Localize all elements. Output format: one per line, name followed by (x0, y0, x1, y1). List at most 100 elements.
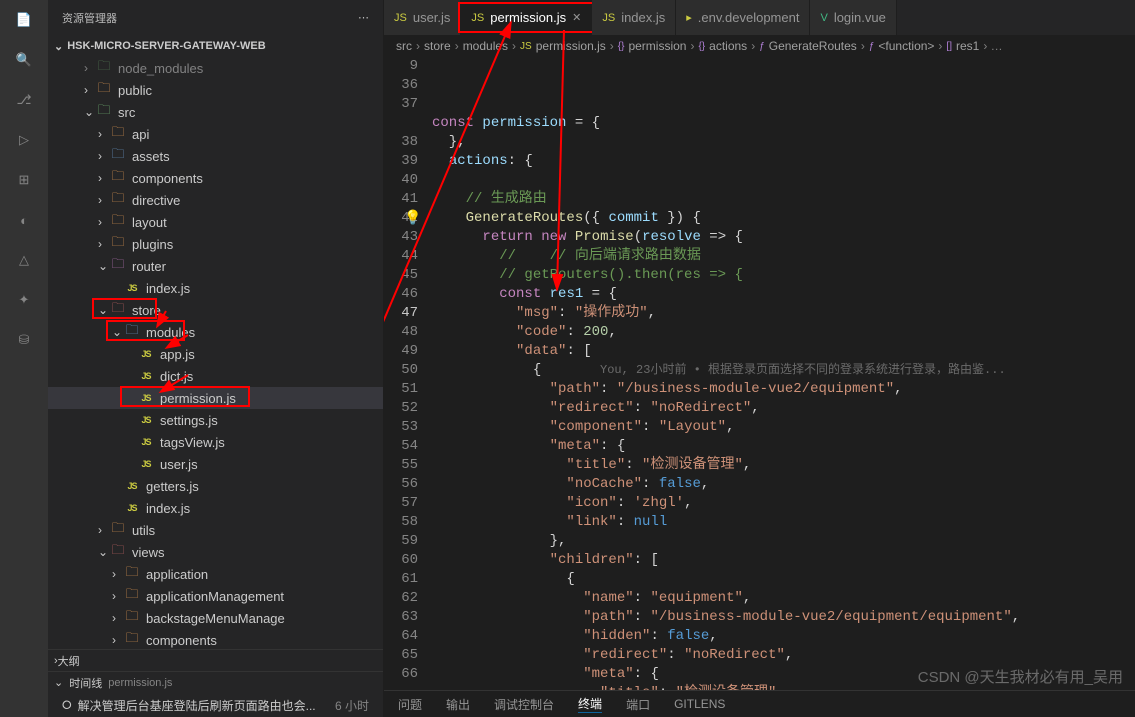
tree-row-modules[interactable]: ⌄🗀modules (48, 321, 383, 343)
test-icon[interactable]: △ (12, 248, 36, 272)
code-line[interactable]: "icon": 'zhgl', (432, 494, 1135, 513)
tab-permission-js[interactable]: JSpermission.js✕ (461, 0, 592, 35)
tree-row-application[interactable]: ›🗀application (48, 563, 383, 585)
panel-tab-3[interactable]: 终端 (578, 695, 602, 713)
tree-row-tagsView-js[interactable]: JStagsView.js (48, 431, 383, 453)
tree-row-index-js[interactable]: JSindex.js (48, 277, 383, 299)
remote-icon[interactable]: ◐ (12, 208, 36, 232)
code-line[interactable]: }, (432, 133, 1135, 152)
close-icon[interactable]: ✕ (572, 11, 581, 24)
lightbulb-icon[interactable]: 💡 (404, 210, 421, 229)
tab-login-vue[interactable]: Vlogin.vue (810, 0, 896, 35)
breadcrumb[interactable]: src›store›modules›JSpermission.js›{}perm… (384, 35, 1135, 57)
tab--env-development[interactable]: ▸.env.development (676, 0, 810, 35)
tree-label: settings.js (160, 413, 218, 428)
code-line[interactable]: { You, 23小时前 • 根据登录页面选择不同的登录系统进行登录，路由鉴..… (432, 361, 1135, 380)
panel-tab-0[interactable]: 问题 (398, 696, 422, 713)
code-editor[interactable]: 9363738394041424344454647484950515253545… (384, 57, 1135, 690)
code-line[interactable]: "title": "检测设备管理", (432, 456, 1135, 475)
tree-row-components[interactable]: ›🗀components (48, 629, 383, 649)
tree-row-router[interactable]: ⌄🗀router (48, 255, 383, 277)
tree-row-directive[interactable]: ›🗀directive (48, 189, 383, 211)
tree-row-public[interactable]: ›🗀public (48, 79, 383, 101)
db-icon[interactable]: ⛁ (12, 328, 36, 352)
code-line[interactable]: "hidden": false, (432, 627, 1135, 646)
crumb-4[interactable]: permission (628, 39, 686, 53)
code-line[interactable]: // // 向后端请求路由数据 (432, 247, 1135, 266)
code-line[interactable]: actions: { (432, 152, 1135, 171)
gitlens-icon[interactable]: ✦ (12, 288, 36, 312)
tree-row-applicationManagement[interactable]: ›🗀applicationManagement (48, 585, 383, 607)
tree-row-layout[interactable]: ›🗀layout (48, 211, 383, 233)
timeline-section[interactable]: ⌄ 时间线 permission.js (48, 671, 383, 693)
code-line[interactable]: "name": "equipment", (432, 589, 1135, 608)
tree-row-settings-js[interactable]: JSsettings.js (48, 409, 383, 431)
tree-row-components[interactable]: ›🗀components (48, 167, 383, 189)
tree-row-utils[interactable]: ›🗀utils (48, 519, 383, 541)
tree-row-getters-js[interactable]: JSgetters.js (48, 475, 383, 497)
tree-row-api[interactable]: ›🗀api (48, 123, 383, 145)
tree-row-assets[interactable]: ›🗀assets (48, 145, 383, 167)
code-line[interactable]: const permission = { (432, 114, 1135, 133)
code-line[interactable]: "code": 200, (432, 323, 1135, 342)
tree-row-node_modules[interactable]: ›🗀node_modules (48, 57, 383, 79)
crumb-5[interactable]: actions (709, 39, 747, 53)
code-line[interactable]: "redirect": "noRedirect", (432, 399, 1135, 418)
tree-row-index-js[interactable]: JSindex.js (48, 497, 383, 519)
extensions-icon[interactable]: ⊞ (12, 168, 36, 192)
debug-icon[interactable]: ▷ (12, 128, 36, 152)
crumb-8[interactable]: res1 (956, 39, 979, 53)
code-line[interactable]: "meta": { (432, 665, 1135, 684)
crumb-6[interactable]: GenerateRoutes (769, 39, 857, 53)
code-line[interactable]: "component": "Layout", (432, 418, 1135, 437)
more-icon[interactable]: ⋯ (358, 11, 369, 24)
tree-row-backstageMenuManage[interactable]: ›🗀backstageMenuManage (48, 607, 383, 629)
code-line[interactable]: "noCache": false, (432, 475, 1135, 494)
search-icon[interactable]: 🔍 (12, 48, 36, 72)
tree-row-dict-js[interactable]: JSdict.js (48, 365, 383, 387)
crumb-2[interactable]: modules (463, 39, 508, 53)
code-line[interactable]: "msg": "操作成功", (432, 304, 1135, 323)
crumb-1[interactable]: store (424, 39, 451, 53)
explorer-icon[interactable]: 📄 (12, 8, 36, 32)
panel-tab-2[interactable]: 调试控制台 (494, 696, 554, 713)
code-line[interactable]: "meta": { (432, 437, 1135, 456)
tab-index-js[interactable]: JSindex.js (592, 0, 676, 35)
code-line[interactable]: { (432, 570, 1135, 589)
tree-row-app-js[interactable]: JSapp.js (48, 343, 383, 365)
code-line[interactable]: // 生成路由 (432, 190, 1135, 209)
code-content[interactable]: 💡 const permission = { }, actions: { // … (432, 57, 1135, 690)
project-header[interactable]: ⌄ HSK-MICRO-SERVER-GATEWAY-WEB (48, 35, 383, 57)
scm-icon[interactable]: ⎇ (12, 88, 36, 112)
code-line[interactable]: "link": null (432, 513, 1135, 532)
code-line[interactable]: "path": "/business-module-vue2/equipment… (432, 380, 1135, 399)
code-line[interactable]: "redirect": "noRedirect", (432, 646, 1135, 665)
crumb-7[interactable]: <function> (878, 39, 934, 53)
code-line[interactable]: "path": "/business-module-vue2/equipment… (432, 608, 1135, 627)
panel-tab-1[interactable]: 输出 (446, 696, 470, 713)
tree-row-store[interactable]: ⌄🗀store (48, 299, 383, 321)
panel-tab-5[interactable]: GITLENS (674, 697, 725, 711)
tree-row-user-js[interactable]: JSuser.js (48, 453, 383, 475)
code-line[interactable]: GenerateRoutes({ commit }) { (432, 209, 1135, 228)
outline-section[interactable]: › 大纲 (48, 649, 383, 671)
tree-row-src[interactable]: ⌄🗀src (48, 101, 383, 123)
code-line[interactable] (432, 171, 1135, 190)
chevron-icon: › (98, 149, 110, 163)
code-line[interactable]: "data": [ (432, 342, 1135, 361)
tree-row-permission-js[interactable]: JSpermission.js (48, 387, 383, 409)
crumb-3[interactable]: permission.js (536, 39, 606, 53)
code-line[interactable]: const res1 = { (432, 285, 1135, 304)
panel-tab-4[interactable]: 端口 (626, 696, 650, 713)
commit-icon: ⭘ (62, 698, 72, 713)
code-line[interactable]: "children": [ (432, 551, 1135, 570)
code-line[interactable]: return new Promise(resolve => { (432, 228, 1135, 247)
tree-row-plugins[interactable]: ›🗀plugins (48, 233, 383, 255)
code-line[interactable]: "title": "检测设备管理", (432, 684, 1135, 690)
tab-user-js[interactable]: JSuser.js (384, 0, 461, 35)
tree-row-views[interactable]: ⌄🗀views (48, 541, 383, 563)
timeline-item[interactable]: ⭘ 解决管理后台基座登陆后刷新页面路由也会... 6 小时 (48, 693, 383, 717)
code-line[interactable]: }, (432, 532, 1135, 551)
crumb-0[interactable]: src (396, 39, 412, 53)
code-line[interactable]: // getRouters().then(res => { (432, 266, 1135, 285)
